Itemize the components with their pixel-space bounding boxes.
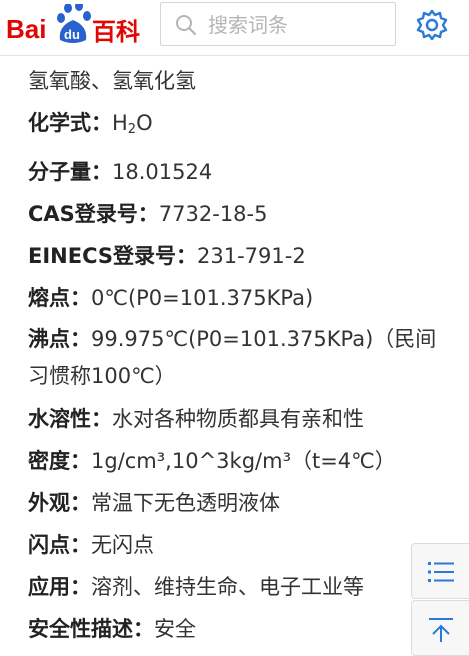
melting-label: 熔点: [28, 286, 70, 310]
solubility-value: 水对各种物质都具有亲和性: [112, 407, 364, 431]
application-value: 溶剂、维持生命、电子工业等: [91, 575, 364, 599]
property-flash-point: 闪点：无闪点: [28, 524, 448, 566]
top-bar: Bai du 百科 搜索词条: [0, 0, 469, 56]
einecs-label: EINECS登录号: [28, 244, 177, 268]
back-to-top-icon: [429, 618, 453, 642]
cas-value: 7732-18-5: [158, 202, 268, 226]
formula-h: H: [112, 111, 128, 135]
appearance-label: 外观: [28, 491, 70, 515]
solubility-sep: ：: [91, 407, 112, 431]
back-to-top-button[interactable]: [411, 600, 469, 656]
safety-sep: ：: [133, 617, 154, 641]
molar-mass-value: 18.01524: [112, 160, 213, 184]
density-sep: ：: [70, 449, 91, 473]
intro-text: 氢氧酸、氢氧化氢: [28, 60, 448, 102]
svg-text:百科: 百科: [92, 18, 140, 46]
property-density: 密度：1g/cm³,10^3kg/m³（t=4℃）: [28, 440, 448, 482]
property-einecs: EINECS登录号：231-791-2: [28, 235, 448, 277]
einecs-value: 231-791-2: [197, 244, 306, 268]
melting-sep: ：: [70, 286, 91, 310]
application-sep: ：: [70, 575, 91, 599]
list-icon: [428, 562, 454, 582]
density-value: 1g/cm³,10^3kg/m³（t=4℃）: [91, 449, 396, 473]
molar-mass-sep: ：: [91, 160, 112, 184]
boiling-sep: ：: [70, 327, 91, 351]
appearance-value: 常温下无色透明液体: [91, 491, 280, 515]
formula-o: O: [136, 111, 153, 135]
search-box[interactable]: 搜索词条: [160, 2, 396, 46]
property-melting-point: 熔点：0℃(P0=101.375KPa): [28, 277, 448, 319]
property-boiling-point: 沸点：99.975℃(P0=101.375KPa)（民间习惯称100℃）: [28, 319, 448, 398]
application-label: 应用: [28, 575, 70, 599]
svg-text:du: du: [64, 27, 80, 42]
melting-value: 0℃(P0=101.375KPa): [91, 286, 314, 310]
property-molar-mass: 分子量：18.01524: [28, 151, 448, 193]
formula-sub: 2: [127, 122, 137, 137]
search-icon: [175, 14, 197, 36]
flash-point-sep: ：: [70, 533, 91, 557]
baidu-baike-logo[interactable]: Bai du 百科: [6, 1, 146, 50]
solubility-label: 水溶性: [28, 407, 91, 431]
intro-value: 氢氧酸、氢氧化氢: [28, 69, 196, 93]
flash-point-label: 闪点: [28, 533, 70, 557]
property-application: 应用：溶剂、维持生命、电子工业等: [28, 566, 448, 608]
appearance-sep: ：: [70, 491, 91, 515]
einecs-sep: ：: [176, 244, 198, 268]
svg-text:Bai: Bai: [6, 14, 46, 44]
property-formula: 化学式：H2O: [28, 102, 448, 151]
catalog-menu-button[interactable]: [411, 543, 469, 599]
formula-sep: ：: [91, 111, 112, 135]
property-solubility: 水溶性：水对各种物质都具有亲和性: [28, 398, 448, 440]
molar-mass-label: 分子量: [28, 160, 91, 184]
property-appearance: 外观：常温下无色透明液体: [28, 482, 448, 524]
flash-point-value: 无闪点: [91, 533, 154, 557]
formula-label: 化学式: [28, 111, 91, 135]
settings-gear-icon[interactable]: [415, 8, 449, 42]
safety-value: 安全: [154, 617, 196, 641]
property-list: 氢氧酸、氢氧化氢 化学式：H2O 分子量：18.01524 CAS登录号：773…: [28, 60, 448, 650]
safety-label: 安全性描述: [28, 617, 133, 641]
property-cas: CAS登录号：7732-18-5: [28, 193, 448, 235]
cas-label: CAS登录号: [28, 202, 138, 226]
property-safety: 安全性描述：安全: [28, 608, 448, 650]
density-label: 密度: [28, 449, 70, 473]
cas-sep: ：: [137, 202, 159, 226]
search-placeholder[interactable]: 搜索词条: [208, 12, 288, 38]
boiling-label: 沸点: [28, 327, 70, 351]
